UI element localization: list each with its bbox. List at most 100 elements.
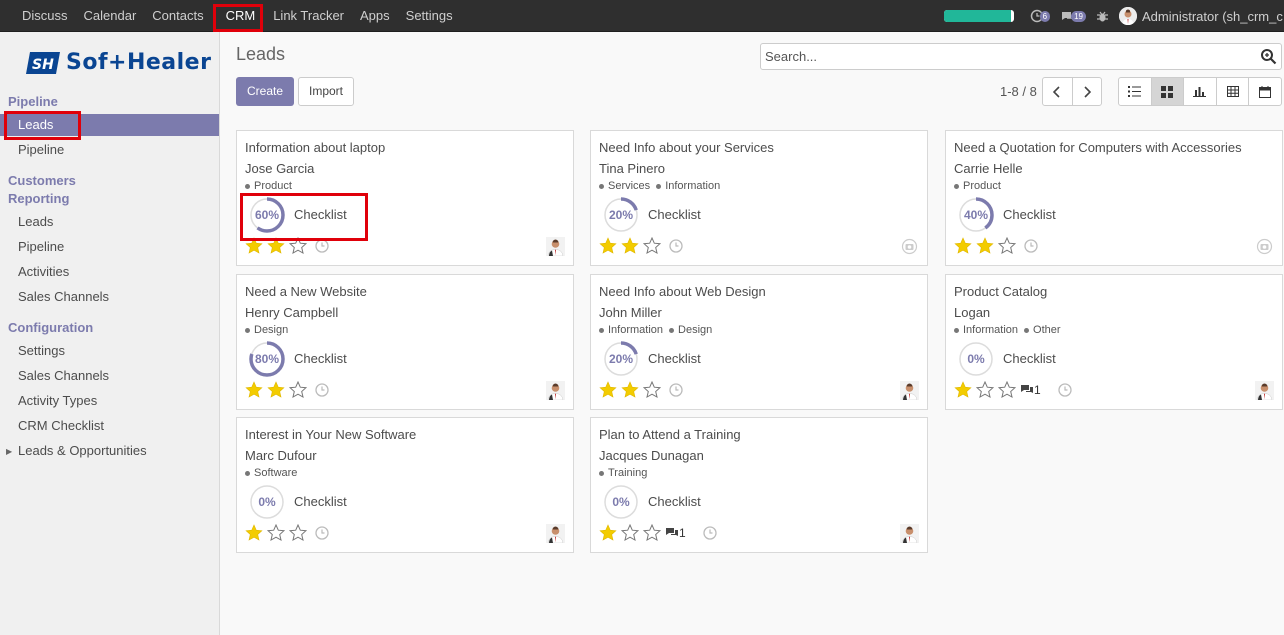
activity-clock-icon[interactable] <box>1058 383 1072 397</box>
priority-star-icon[interactable] <box>289 381 307 398</box>
lead-title: Information about laptop <box>245 140 386 155</box>
sidebar-item-activity-types[interactable]: Activity Types <box>0 390 219 412</box>
tag-list: Software <box>245 467 303 479</box>
priority-star-icon[interactable] <box>643 524 661 541</box>
priority-star-icon[interactable] <box>599 237 617 254</box>
priority-star-icon[interactable] <box>998 381 1016 398</box>
menu-link-tracker[interactable]: Link Tracker <box>265 0 352 32</box>
priority-star-icon[interactable] <box>245 524 263 541</box>
sidebar-item-sales-channels[interactable]: Sales Channels <box>0 365 219 387</box>
checklist-label: Checklist <box>1003 207 1056 222</box>
priority-star-icon[interactable] <box>245 381 263 398</box>
onboarding-progress-bar[interactable] <box>943 10 1014 22</box>
pager-value[interactable]: 1-8 / 8 <box>1000 84 1037 99</box>
pager-previous-button[interactable] <box>1043 78 1072 105</box>
priority-stars <box>599 524 665 541</box>
lead-card[interactable]: Need Info about Web Design John Miller I… <box>590 274 928 410</box>
messages-counter[interactable]: 1 <box>665 526 686 540</box>
activity-clock-icon[interactable] <box>315 239 329 253</box>
activity-clock-icon[interactable] <box>1024 239 1038 253</box>
priority-star-icon[interactable] <box>643 237 661 254</box>
lead-contact: Jose Garcia <box>245 161 315 176</box>
priority-star-icon[interactable] <box>267 524 285 541</box>
softhealer-logo-mark: SH <box>26 51 60 74</box>
tag-list: Product <box>245 180 298 192</box>
menu-calendar[interactable]: Calendar <box>76 0 145 32</box>
list-view-button[interactable] <box>1119 78 1151 105</box>
pager-next-button[interactable] <box>1071 78 1101 105</box>
tag-badge: Product <box>245 180 292 192</box>
sidebar-item-crm-checklist[interactable]: CRM Checklist <box>0 415 219 437</box>
lead-card[interactable]: Product Catalog Logan Information Other 0… <box>945 274 1283 410</box>
messages-menu[interactable]: 19 <box>1060 10 1086 23</box>
search-icon[interactable] <box>1260 48 1277 65</box>
sidebar-item-reporting-pipeline[interactable]: Pipeline <box>0 236 219 258</box>
checklist-percentage: 0% <box>967 352 985 366</box>
lead-card[interactable]: Need Info about your Services Tina Piner… <box>590 130 928 266</box>
sidebar-item-sales-channels-report[interactable]: Sales Channels <box>0 286 219 308</box>
priority-star-icon[interactable] <box>954 237 972 254</box>
messages-badge: 19 <box>1071 10 1086 22</box>
sidebar-item-activities[interactable]: Activities <box>0 261 219 283</box>
activities-menu[interactable]: 6 <box>1030 9 1051 23</box>
salesperson-avatar <box>1255 381 1274 400</box>
sidebar-item-reporting-leads[interactable]: Leads <box>0 211 219 233</box>
priority-star-icon[interactable] <box>621 524 639 541</box>
lead-card[interactable]: Need a Quotation for Computers with Acce… <box>945 130 1283 266</box>
messages-counter[interactable]: 1 <box>1020 383 1041 397</box>
sidebar-item-pipeline[interactable]: Pipeline <box>0 139 219 161</box>
create-button[interactable]: Create <box>236 77 294 106</box>
pivot-view-button[interactable] <box>1215 78 1249 105</box>
section-customers[interactable]: Customers <box>8 173 76 188</box>
priority-star-icon[interactable] <box>643 381 661 398</box>
user-avatar[interactable] <box>1119 7 1137 25</box>
checklist-label: Checklist <box>294 494 347 509</box>
priority-star-icon[interactable] <box>599 524 617 541</box>
menu-contacts[interactable]: Contacts <box>144 0 211 32</box>
priority-stars <box>954 381 1020 398</box>
sidebar-item-settings[interactable]: Settings <box>0 340 219 362</box>
lead-contact: Carrie Helle <box>954 161 1023 176</box>
lead-card[interactable]: Need a New Website Henry Campbell Design… <box>236 274 574 410</box>
priority-star-icon[interactable] <box>289 524 307 541</box>
priority-star-icon[interactable] <box>976 381 994 398</box>
priority-star-icon[interactable] <box>998 237 1016 254</box>
activity-clock-icon[interactable] <box>669 383 683 397</box>
activity-clock-icon[interactable] <box>315 383 329 397</box>
priority-star-icon[interactable] <box>954 381 972 398</box>
lead-card[interactable]: Plan to Attend a Training Jacques Dunaga… <box>590 417 928 553</box>
kanban-view-button[interactable] <box>1150 78 1184 105</box>
lead-card[interactable]: Interest in Your New Software Marc Dufou… <box>236 417 574 553</box>
logo-text: Sof+Healer <box>66 50 212 75</box>
activity-clock-icon[interactable] <box>669 239 683 253</box>
priority-stars <box>245 381 311 398</box>
debug-menu[interactable] <box>1096 10 1109 23</box>
comments-icon <box>666 528 678 536</box>
sidebar-item-leads-opportunities[interactable]: Leads & Opportunities <box>0 440 219 462</box>
menu-apps[interactable]: Apps <box>352 0 398 32</box>
activity-clock-icon[interactable] <box>703 526 717 540</box>
menu-discuss[interactable]: Discuss <box>14 0 76 32</box>
priority-stars <box>245 524 311 541</box>
activity-clock-icon[interactable] <box>315 526 329 540</box>
priority-star-icon[interactable] <box>976 237 994 254</box>
priority-star-icon[interactable] <box>267 381 285 398</box>
menu-settings[interactable]: Settings <box>398 0 461 32</box>
unassigned-avatar-icon <box>900 237 919 256</box>
checklist-label: Checklist <box>1003 351 1056 366</box>
checklist-percentage: 0% <box>612 495 630 509</box>
svg-text:SH: SH <box>32 57 54 73</box>
priority-star-icon[interactable] <box>599 381 617 398</box>
graph-view-button[interactable] <box>1183 78 1216 105</box>
user-name[interactable]: Administrator (sh_crm_c <box>1142 9 1284 24</box>
priority-star-icon[interactable] <box>621 237 639 254</box>
search-input[interactable] <box>765 47 1245 66</box>
lead-contact: Tina Pinero <box>599 161 665 176</box>
checklist-percentage: 40% <box>963 208 989 222</box>
priority-star-icon[interactable] <box>621 381 639 398</box>
calendar-view-button[interactable] <box>1248 78 1281 105</box>
chevron-left-icon <box>1053 85 1061 98</box>
lead-title: Plan to Attend a Training <box>599 427 741 442</box>
import-button[interactable]: Import <box>298 77 354 106</box>
tag-list: Product <box>954 180 1007 192</box>
